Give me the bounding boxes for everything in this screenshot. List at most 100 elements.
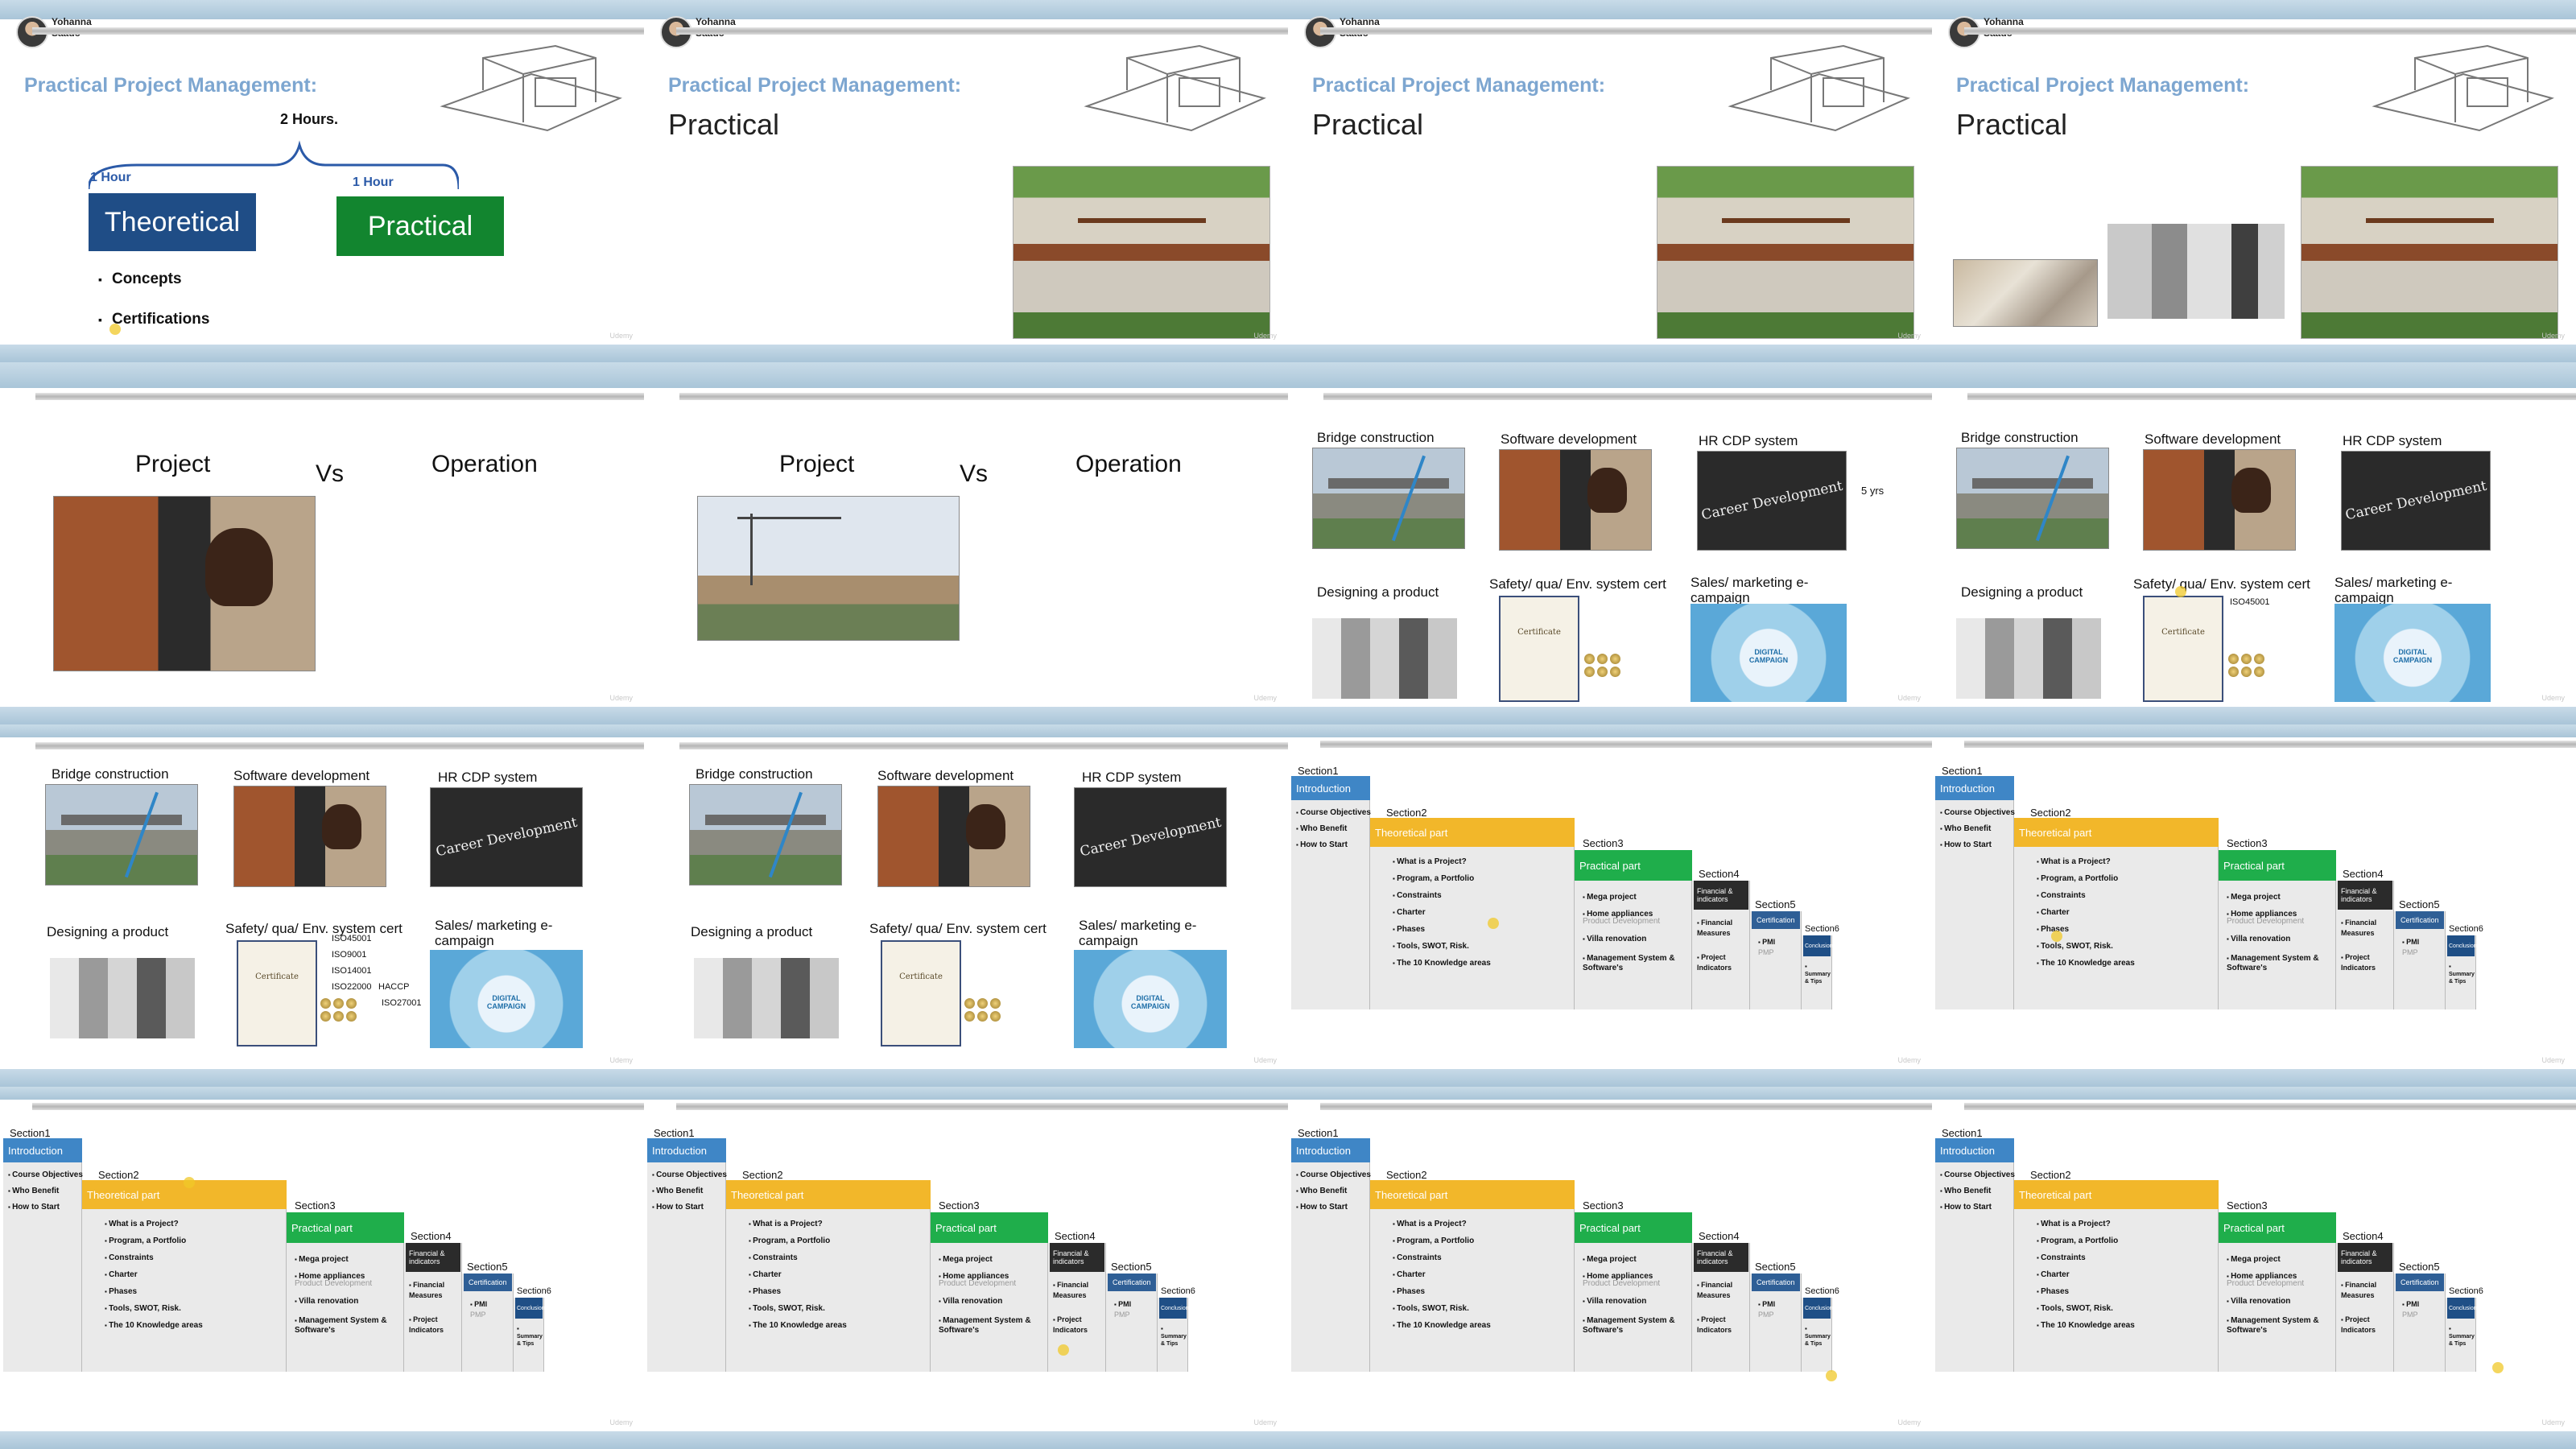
slide-title: Practical Project Management: <box>24 74 318 97</box>
bridge-photo <box>45 784 198 886</box>
section2-items: What is a Project?Program, a PortfolioCo… <box>749 1216 847 1334</box>
section1-header: Introduction <box>1935 776 2014 800</box>
slide-course-sections[interactable]: Section1 Introduction Course ObjectivesW… <box>0 1087 644 1449</box>
slide-course-sections[interactable]: Section1 Introduction Course ObjectivesW… <box>1932 1087 2576 1449</box>
section5-label: Section5 <box>1111 1261 1152 1273</box>
slide-course-sections[interactable]: Section1 Introduction Course ObjectivesW… <box>1288 1087 1932 1449</box>
section3-header: Practical part <box>2219 1212 2336 1243</box>
example-safety-label: Safety/ qua/ Env. system cert <box>869 921 1046 936</box>
pointer-cursor <box>184 1177 195 1188</box>
operation-photo <box>53 496 316 671</box>
slide-project-vs-operation[interactable]: Project Vs Operation Udemy <box>0 362 644 724</box>
slide-practical-house[interactable]: YohannaSaado Practical Project Managemen… <box>644 0 1288 362</box>
appliances-photo <box>50 958 195 1038</box>
slide-project-examples[interactable]: Bridge construction Software development… <box>1288 362 1932 724</box>
section5-label: Section5 <box>1755 1261 1796 1273</box>
section1-label: Section1 <box>1942 765 1983 777</box>
section6-items: Summary & Tips <box>1805 963 1832 985</box>
section6-label: Section6 <box>2449 1286 2483 1296</box>
haccp-label: HACCP <box>378 982 410 992</box>
slide-project-examples-iso[interactable]: Bridge construction Software development… <box>0 724 644 1087</box>
iso-item: ISO9001 <box>332 950 367 960</box>
section1-items: Course ObjectivesWho BenefitHow to Start <box>652 1167 727 1216</box>
section5-items: PMIPMP <box>2402 1299 2419 1320</box>
bottom-band <box>1932 1431 2576 1449</box>
section1-label: Section1 <box>1298 765 1339 777</box>
slide-overview-hours[interactable]: YohannaSaado Practical Project Managemen… <box>0 0 644 362</box>
section3-header: Practical part <box>287 1212 404 1243</box>
section6-items: Summary & Tips <box>2449 963 2476 985</box>
iso-item: ISO45001 <box>332 934 372 943</box>
brace-icon <box>89 140 459 190</box>
section2-label: Section2 <box>2030 1169 2071 1181</box>
bottom-band <box>1288 1431 1932 1449</box>
sections-diagram: Section1 Introduction Course ObjectivesW… <box>644 1087 1288 1449</box>
section6-label: Section6 <box>2449 924 2483 934</box>
section4-label: Section4 <box>411 1230 452 1242</box>
slide-project-vs-operation-2[interactable]: Project Vs Operation Udemy <box>644 362 1288 724</box>
section4-items: Financial MeasuresProject Indicators <box>1053 1280 1104 1335</box>
section4-items: Financial MeasuresProject Indicators <box>409 1280 460 1335</box>
slide-course-sections[interactable]: Section1 Introduction Course ObjectivesW… <box>1932 724 2576 1087</box>
home-appliances-photo <box>2107 224 2285 319</box>
example-software-label: Software development <box>233 768 370 783</box>
bottom-band <box>1288 345 1932 362</box>
example-software-label: Software development <box>1501 431 1637 447</box>
slide-course-sections[interactable]: Section1 Introduction Course ObjectivesW… <box>644 1087 1288 1449</box>
pointer-cursor <box>109 324 121 335</box>
example-sales-label: Sales/ marketing e-campaign <box>435 918 553 948</box>
slide-project-examples-3[interactable]: Bridge construction Software development… <box>644 724 1288 1087</box>
duration-label: 5 yrs <box>1861 485 1885 497</box>
top-band <box>1932 362 2576 388</box>
bottom-band <box>1288 1069 1932 1087</box>
slide-practical-house-2[interactable]: YohannaSaado Practical Project Managemen… <box>1288 0 1932 362</box>
section2-header: Theoretical part <box>2014 818 2219 847</box>
practical-box: Practical <box>336 196 504 256</box>
section4-header: Financial & indicators <box>2338 1243 2392 1272</box>
section6-header: Conclusion <box>1159 1298 1189 1319</box>
header-rule <box>1967 393 2576 400</box>
top-band <box>1288 362 1932 388</box>
section6-header: Conclusion <box>515 1298 545 1319</box>
section1-header: Introduction <box>1291 776 1370 800</box>
example-product-label: Designing a product <box>47 924 169 939</box>
example-software-label: Software development <box>2145 431 2281 447</box>
pointer-cursor <box>1488 918 1499 929</box>
slide-subtitle: Practical <box>1312 108 1424 141</box>
section2-label: Section2 <box>98 1169 139 1181</box>
bullet-concepts: Concepts <box>98 270 182 288</box>
sections-diagram: Section1 Introduction Course ObjectivesW… <box>1932 1087 2576 1449</box>
section6-label: Section6 <box>517 1286 551 1296</box>
certificate-image <box>881 940 961 1046</box>
section3-label: Section3 <box>2227 1199 2268 1212</box>
section6-header: Conclusion <box>2447 1298 2477 1319</box>
construction-photo <box>697 496 960 641</box>
section5-label: Section5 <box>1755 898 1796 910</box>
section1-label: Section1 <box>654 1127 695 1139</box>
section5-label: Section5 <box>2399 898 2440 910</box>
section3-label: Section3 <box>295 1199 336 1212</box>
section4-label: Section4 <box>1055 1230 1096 1242</box>
career-development-image: Career Development <box>2341 451 2491 551</box>
slide-practical-appliances[interactable]: YohannaSaado Practical Project Managemen… <box>1932 0 2576 362</box>
bottom-band <box>1932 345 2576 362</box>
watermark: Udemy <box>1253 332 1277 340</box>
section5-items: PMIPMP <box>1758 1299 1775 1320</box>
software-photo <box>233 786 386 887</box>
section3-header: Practical part <box>1575 1212 1692 1243</box>
section3-items: Mega projectHome appliancesProduct Devel… <box>2227 889 2331 973</box>
section3-header: Practical part <box>1575 850 1692 881</box>
section4-header: Financial & indicators <box>1050 1243 1104 1272</box>
section1-items: Course ObjectivesWho BenefitHow to Start <box>1940 1167 2015 1216</box>
section6-items: Summary & Tips <box>1161 1325 1188 1348</box>
watermark: Udemy <box>609 332 633 340</box>
slide-course-sections[interactable]: Section1 Introduction Course ObjectivesW… <box>1288 724 1932 1087</box>
pointer-cursor <box>1058 1344 1069 1356</box>
house-sketch-image <box>1084 44 1266 132</box>
section6-label: Section6 <box>1805 1286 1839 1296</box>
example-sales-label: Sales/ marketing e-campaign <box>2334 575 2453 605</box>
example-sales-label: Sales/ marketing e-campaign <box>1690 575 1809 605</box>
section1-items: Course ObjectivesWho BenefitHow to Start <box>8 1167 83 1216</box>
slide-project-examples-2[interactable]: Bridge construction Software development… <box>1932 362 2576 724</box>
vs-label: Vs <box>316 460 345 487</box>
